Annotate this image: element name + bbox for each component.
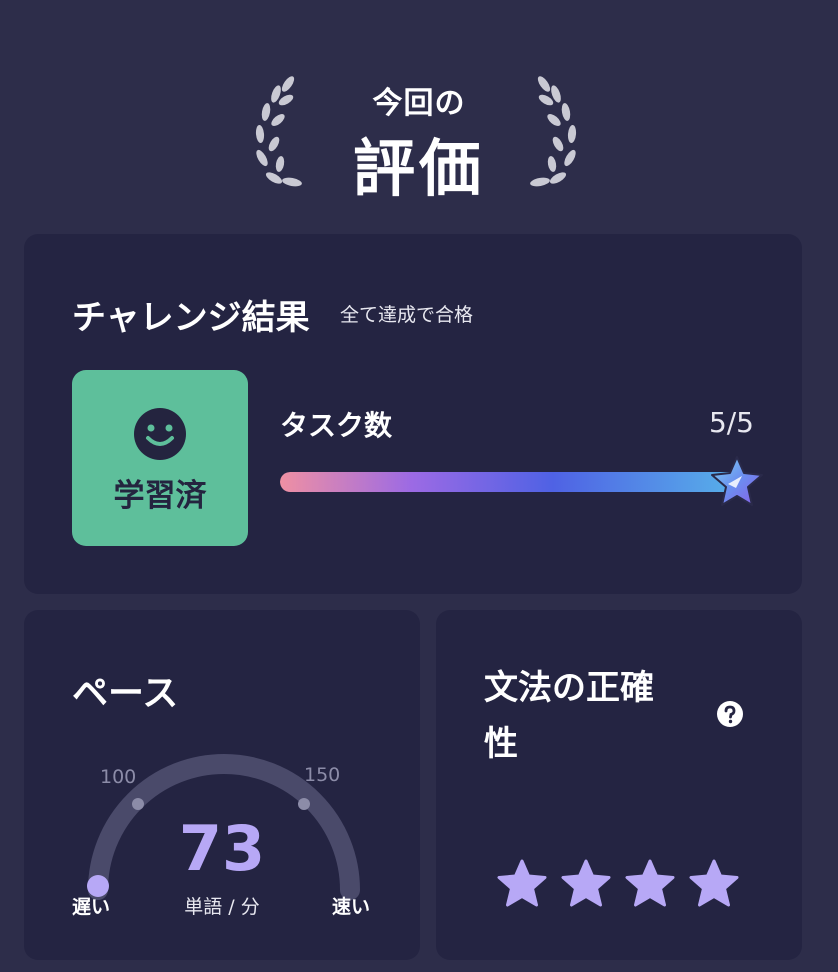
star-icon [625, 859, 675, 907]
gauge-fast-label: 速い [332, 896, 371, 918]
laurel-right-icon [530, 76, 577, 187]
challenge-result-card: チャレンジ結果 全て達成で合格 学習済 タスク数 5/5 [24, 234, 802, 594]
task-progress-bar [280, 472, 750, 492]
evaluation-title: 評価 [352, 132, 485, 205]
gauge-slow-label: 遅い [72, 896, 111, 918]
star-icon [689, 859, 739, 907]
challenge-pass-note: 全て達成で合格 [340, 304, 474, 326]
task-progress-fill [280, 472, 750, 492]
evaluation-subtitle: 今回の [372, 86, 466, 121]
star-badge-icon [711, 456, 763, 506]
grammar-accuracy-title: 文法の正確性 [484, 668, 654, 764]
star-icon [561, 859, 611, 907]
pace-title: ペース [72, 673, 179, 714]
learned-status-badge: 学習済 [72, 370, 248, 546]
pace-value: 73 [178, 812, 266, 885]
evaluation-header: 今回の 評価 [0, 0, 838, 230]
grammar-accuracy-card: 文法の正確性 [436, 610, 802, 960]
help-icon[interactable] [716, 700, 744, 728]
task-count-value: 5/5 [708, 406, 754, 439]
grammar-star-rating [496, 858, 740, 910]
gauge-tick-dot-150 [298, 798, 310, 810]
smiley-icon [134, 408, 186, 460]
learned-status-label: 学習済 [113, 478, 207, 514]
star-icon [497, 859, 547, 907]
gauge-tick-dot-100 [132, 798, 144, 810]
task-count-label: タスク数 [280, 409, 393, 442]
pace-card: ペース 100 150 73 単語 / 分 遅い 速い [24, 610, 420, 960]
challenge-result-title: チャレンジ結果 [72, 298, 310, 338]
